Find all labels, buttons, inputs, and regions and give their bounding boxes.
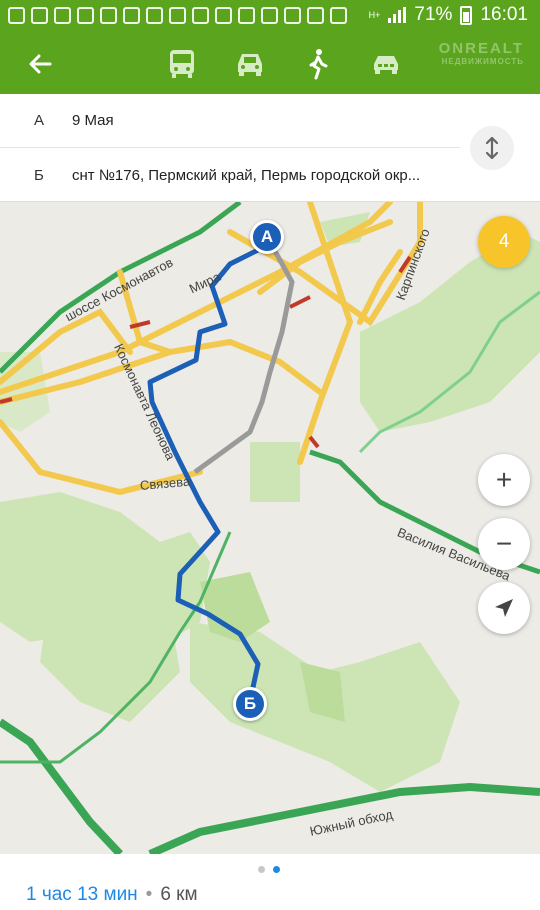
download-icon [284, 7, 301, 24]
mode-walk[interactable] [296, 46, 340, 82]
cloud-icon [146, 7, 163, 24]
walk-icon [309, 49, 328, 80]
transport-modes [160, 46, 408, 82]
bus-icon [170, 50, 194, 78]
route-to-field[interactable]: Б снт №176, Пермский край, Пермь городск… [0, 148, 460, 202]
route-distance: 6 км [160, 884, 198, 905]
vk-icon [31, 7, 48, 24]
route-duration: 1 час 13 мин [26, 884, 138, 905]
cloud-icon [192, 7, 209, 24]
cloud-icon [169, 7, 186, 24]
start-marker[interactable]: А [250, 220, 284, 254]
notification-icons [8, 7, 347, 24]
page-dot [258, 866, 265, 873]
download-icon [238, 7, 255, 24]
signal-icon [388, 7, 407, 23]
youtube-icon [100, 7, 117, 24]
zoom-out-button[interactable]: − [478, 518, 530, 570]
page-indicator [258, 866, 280, 873]
app-bar: ONREALT НЕДВИЖИМОСТЬ [0, 32, 540, 94]
taxi-icon [374, 56, 398, 74]
youtube-icon [77, 7, 94, 24]
from-address: 9 Мая [72, 112, 114, 129]
swap-vertical-icon [485, 136, 499, 160]
download-icon [307, 7, 324, 24]
mail-icon [8, 7, 25, 24]
gallery-icon [123, 7, 140, 24]
messenger-icon [54, 7, 71, 24]
download-icon [261, 7, 278, 24]
route-panel: А 9 Мая Б снт №176, Пермский край, Пермь… [0, 94, 540, 202]
battery-percent: 71% [414, 4, 453, 25]
arrow-left-icon [29, 54, 52, 74]
end-marker[interactable]: Б [233, 687, 267, 721]
car-icon [238, 54, 262, 76]
map-view[interactable]: шоссе Космонавтов Мира Космонавта Леонов… [0, 202, 540, 854]
back-button[interactable] [22, 46, 58, 82]
download-icon [330, 7, 347, 24]
route-summary-panel[interactable]: 1 час 13 мин • 6 км [0, 854, 540, 910]
mode-taxi[interactable] [364, 46, 408, 82]
to-address: снт №176, Пермский край, Пермь городской… [72, 166, 421, 184]
mail-icon [215, 7, 232, 24]
navigation-arrow-icon [495, 599, 513, 617]
mode-car[interactable] [228, 46, 272, 82]
clock: 16:01 [480, 4, 528, 25]
zoom-in-button[interactable]: + [478, 454, 530, 506]
traffic-level-button[interactable]: 4 [478, 216, 530, 268]
my-location-button[interactable] [478, 582, 530, 634]
mode-bus[interactable] [160, 46, 204, 82]
separator: • [145, 884, 153, 905]
to-letter: Б [34, 166, 44, 184]
minus-icon: − [495, 528, 513, 559]
status-bar: H+ 71% 16:01 [0, 0, 540, 32]
plus-icon: + [495, 464, 513, 495]
route-from-field[interactable]: А 9 Мая [0, 94, 460, 148]
battery-icon [460, 5, 473, 25]
network-type: H+ [368, 10, 381, 20]
from-letter: А [34, 112, 45, 129]
page-dot-active [273, 866, 280, 873]
swap-route-button[interactable] [470, 126, 514, 170]
watermark-logo: ONREALT НЕДВИЖИМОСТЬ [438, 40, 524, 66]
